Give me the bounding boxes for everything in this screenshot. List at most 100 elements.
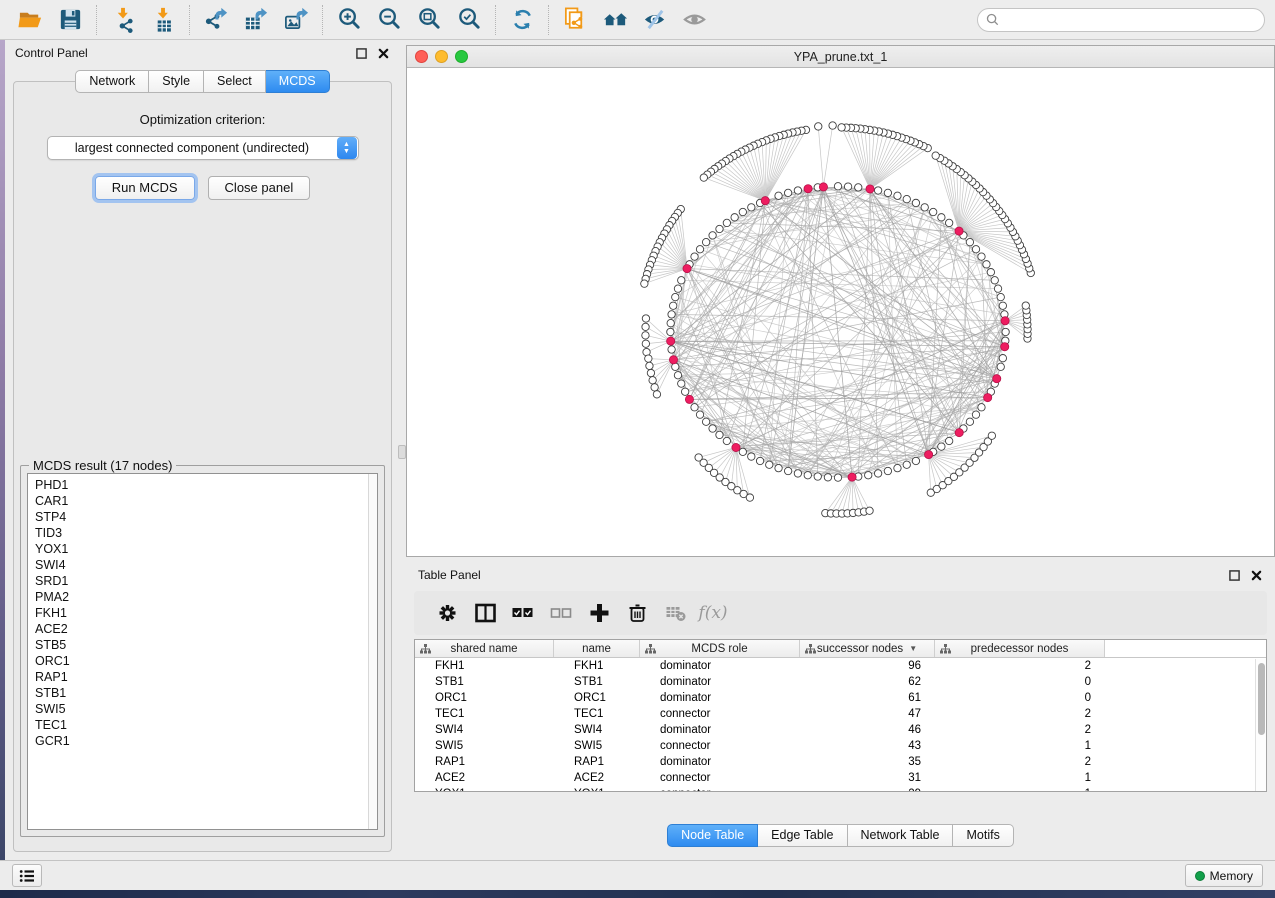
unselect-all-columns-button[interactable] [542,595,580,631]
show-columns-button[interactable] [466,595,504,631]
column-header-successor-nodes[interactable]: successor nodes▼ [800,640,935,657]
splitter-handle[interactable] [398,445,406,459]
mcds-result-item[interactable]: SWI4 [35,557,368,573]
hide-graphics-details-button[interactable] [635,3,675,37]
mcds-hub-node[interactable] [1001,343,1009,351]
share-document-button[interactable] [555,3,595,37]
mcds-hub-node[interactable] [667,337,675,345]
table-options-gear-button[interactable] [428,595,466,631]
mcds-result-item[interactable]: SWI5 [35,701,368,717]
export-network-button[interactable] [196,3,236,37]
zoom-fit-button[interactable] [409,3,449,37]
mcds-tab-pane: Optimization criterion: largest connecte… [13,81,392,852]
float-panel-icon[interactable] [355,47,368,60]
close-panel-button[interactable]: Close panel [208,176,311,200]
mcds-hub-node[interactable] [804,185,812,193]
run-mcds-button[interactable]: Run MCDS [95,176,195,200]
export-table-button[interactable] [236,3,276,37]
tab-network-table[interactable]: Network Table [848,824,954,847]
result-list-scrollbar[interactable] [368,474,377,829]
table-row[interactable]: TEC1TEC1connector472 [415,706,1266,722]
search-box[interactable] [977,8,1265,32]
mcds-hub-node[interactable] [955,227,963,235]
search-input[interactable] [1004,13,1256,27]
tab-select[interactable]: Select [204,70,266,93]
table-scrollbar[interactable] [1255,659,1266,791]
table-row[interactable]: SWI4SWI4dominator462 [415,722,1266,738]
mcds-result-item[interactable]: RAP1 [35,669,368,685]
select-all-columns-button[interactable] [504,595,542,631]
mcds-result-item[interactable]: PMA2 [35,589,368,605]
mcds-hub-node[interactable] [732,443,740,451]
mcds-result-item[interactable]: STB5 [35,637,368,653]
mcds-hub-node[interactable] [993,375,1001,383]
table-row[interactable]: FKH1FKH1dominator962 [415,658,1266,674]
table-row[interactable]: YOX1YOX1connector291 [415,786,1266,792]
mcds-result-item[interactable]: TID3 [35,525,368,541]
table-row[interactable]: ORC1ORC1dominator610 [415,690,1266,706]
close-panel-icon[interactable] [1250,569,1263,582]
tab-motifs[interactable]: Motifs [953,824,1013,847]
tab-network[interactable]: Network [75,70,149,93]
zoom-out-button[interactable] [369,3,409,37]
network-graph[interactable] [407,68,1274,556]
mcds-result-title: MCDS result (17 nodes) [29,458,176,473]
column-header-MCDS-role[interactable]: MCDS role [640,640,800,657]
table-cell: ACE2 [415,770,554,786]
tab-style[interactable]: Style [149,70,204,93]
import-network-button[interactable] [103,3,143,37]
mcds-hub-node[interactable] [848,473,856,481]
column-header-predecessor-nodes[interactable]: predecessor nodes [935,640,1105,657]
mcds-result-item[interactable]: ORC1 [35,653,368,669]
table-row[interactable]: RAP1RAP1dominator352 [415,754,1266,770]
zoom-selected-button[interactable] [449,3,489,37]
mcds-result-item[interactable]: STB1 [35,685,368,701]
mcds-hub-node[interactable] [683,265,691,273]
network-window-titlebar[interactable]: YPA_prune.txt_1 [407,46,1274,68]
zoom-in-button[interactable] [329,3,369,37]
tab-node-table[interactable]: Node Table [667,824,758,847]
mcds-hub-node[interactable] [819,183,827,191]
table-row[interactable]: SWI5SWI5connector431 [415,738,1266,754]
export-image-button[interactable] [276,3,316,37]
table-cell: SWI5 [415,738,554,754]
mcds-hub-node[interactable] [1001,317,1009,325]
open-file-button[interactable] [10,3,50,37]
delete-columns-button[interactable] [618,595,656,631]
network-overview-button[interactable] [595,3,635,37]
mcds-hub-node[interactable] [984,394,992,402]
network-view-window: YPA_prune.txt_1 [406,45,1275,557]
memory-button[interactable]: Memory [1185,864,1263,887]
table-row[interactable]: STB1STB1dominator620 [415,674,1266,690]
mcds-result-item[interactable]: ACE2 [35,621,368,637]
close-panel-icon[interactable] [377,47,390,60]
refresh-layout-button[interactable] [502,3,542,37]
mcds-result-item[interactable]: STP4 [35,509,368,525]
mcds-result-item[interactable]: CAR1 [35,493,368,509]
float-panel-icon[interactable] [1228,569,1241,582]
tab-mcds[interactable]: MCDS [266,70,330,93]
table-scrollbar-thumb[interactable] [1258,663,1265,735]
mcds-hub-node[interactable] [685,395,693,403]
mcds-hub-node[interactable] [669,356,677,364]
task-list-icon [19,869,35,883]
column-header-name[interactable]: name [554,640,640,657]
optimization-criterion-select[interactable]: largest connected component (undirected)… [47,136,359,160]
mcds-result-item[interactable]: PHD1 [35,477,368,493]
table-row[interactable]: ACE2ACE2connector311 [415,770,1266,786]
tab-edge-table[interactable]: Edge Table [758,824,847,847]
column-header-shared-name[interactable]: shared name [415,640,554,657]
mcds-hub-node[interactable] [955,429,963,437]
mcds-result-item[interactable]: FKH1 [35,605,368,621]
mcds-hub-node[interactable] [761,197,769,205]
mcds-hub-node[interactable] [925,450,933,458]
mcds-result-item[interactable]: YOX1 [35,541,368,557]
task-history-button[interactable] [12,864,42,887]
save-session-button[interactable] [50,3,90,37]
mcds-result-item[interactable]: TEC1 [35,717,368,733]
mcds-hub-node[interactable] [866,185,874,193]
mcds-result-item[interactable]: GCR1 [35,733,368,749]
import-table-button[interactable] [143,3,183,37]
create-column-button[interactable] [580,595,618,631]
mcds-result-item[interactable]: SRD1 [35,573,368,589]
